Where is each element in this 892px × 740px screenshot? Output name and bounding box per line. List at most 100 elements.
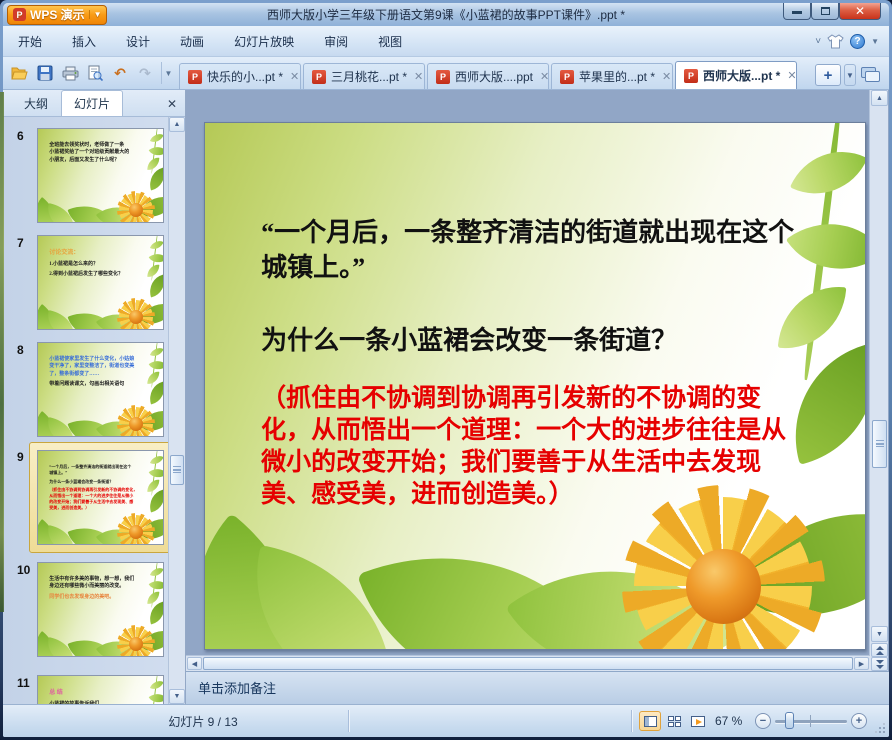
resize-grip[interactable] [883, 731, 885, 733]
slide-canvas[interactable]: “一个月后，一条整齐清洁的街道就出现在这个城镇上。” 为什么一条小蓝裙会改变一条… [204, 122, 866, 650]
slide-thumbnail-7[interactable]: 讨论交流： 1.小蓝裙是怎么来的？ 2.得到小蓝裙后发生了哪些变化？ [37, 235, 164, 330]
slide-thumbnail-9[interactable]: “一个月后，一条整齐清洁的街道就出现在这个 城镇上。” 为什么一条小蓝裙会改变一条街… [37, 450, 164, 545]
scroll-left-icon[interactable]: ◀ [187, 657, 202, 670]
tab-close-icon[interactable]: ✕ [290, 70, 299, 83]
tab-close-icon[interactable]: ✕ [540, 70, 549, 83]
document-tab-label: 西师大版...pt * [703, 69, 781, 83]
thumbnail-list: 6 全班能去领奖状时，老师做了一条 小蓝裙奖给了一个对班级贡献最大的 小朋友，后面又… [3, 117, 185, 704]
wps-app-button[interactable]: P WPS 演示 ▼ [7, 4, 107, 25]
document-tab-2[interactable]: P 西师大版....ppt ✕ [427, 63, 549, 89]
new-tab-dropdown-icon[interactable]: ▼ [844, 64, 856, 86]
menu-bar: 开始 插入 设计 动画 幻灯片放映 审阅 视图 ˅ ? ▼ [3, 26, 889, 57]
quick-access-dropdown-icon[interactable]: ▼ [161, 62, 175, 84]
leaf-decoration [146, 601, 163, 625]
zoom-out-button[interactable]: − [755, 713, 771, 729]
slide-answer-text[interactable]: （抓住由不协调到协调再引发新的不协调的变化，从而悟出一个道理：一个大的进步往往是… [261, 383, 796, 511]
vertical-scrollbar[interactable]: ▲ ▼ [869, 90, 888, 671]
thumbnail-text: “一个月后，一条整齐清洁的街道就出现在这个 城镇上。” 为什么一条小蓝裙会改变一条街… [49, 464, 138, 510]
previous-slide-button[interactable] [871, 643, 888, 657]
menu-item-6[interactable]: 视图 [366, 28, 414, 55]
sunflower-decoration [116, 624, 156, 656]
app-button-label: WPS 演示 [30, 8, 85, 22]
help-icon[interactable]: ? [850, 33, 866, 49]
document-tab-3[interactable]: P 苹果里的...pt * ✕ [551, 63, 673, 89]
redo-icon: ↷ [139, 64, 151, 81]
menu-item-2[interactable]: 设计 [114, 28, 162, 55]
document-tab-4[interactable]: P 西师大版...pt * ✕ [675, 61, 797, 89]
print-preview-icon[interactable] [84, 62, 106, 84]
open-icon[interactable] [9, 62, 31, 84]
thumbnail-number: 11 [17, 676, 30, 690]
menu-item-0[interactable]: 开始 [6, 28, 54, 55]
thumbnail-text: 讨论交流： 1.小蓝裙是怎么来的？ 2.得到小蓝裙后发生了哪些变化？ [49, 250, 124, 277]
tab-outline[interactable]: 大纲 [11, 90, 61, 116]
window-arrange-icon[interactable] [859, 65, 883, 85]
menu-item-1[interactable]: 插入 [60, 28, 108, 55]
thumbnail-number: 10 [17, 563, 31, 577]
menu-item-4[interactable]: 幻灯片放映 [222, 28, 306, 55]
horizontal-scrollbar-thumb[interactable] [203, 657, 853, 670]
chevron-down-icon[interactable]: ▼ [88, 10, 102, 19]
titlebar[interactable]: P WPS 演示 ▼ 西师大版小学三年级下册语文第9课《小蓝裙的故事PPT课件》… [3, 3, 889, 26]
scroll-up-icon[interactable]: ▲ [169, 117, 185, 132]
tab-close-icon[interactable]: ✕ [787, 69, 796, 82]
document-tab-1[interactable]: P 三月桃花...pt * ✕ [303, 63, 425, 89]
scroll-right-icon[interactable]: ▶ [854, 657, 869, 670]
ppt-file-icon: P [436, 69, 450, 84]
tab-close-icon[interactable]: ✕ [662, 70, 671, 83]
thumbnail-number: 6 [17, 129, 24, 143]
window-frame: P WPS 演示 ▼ 西师大版小学三年级下册语文第9课《小蓝裙的故事PPT课件》… [0, 0, 892, 740]
thumbnail-number: 8 [17, 343, 24, 357]
slide-sorter-button[interactable] [663, 711, 685, 731]
close-button[interactable]: ✕ [839, 3, 881, 20]
restore-button[interactable] [811, 3, 839, 20]
zoom-in-button[interactable]: + [851, 713, 867, 729]
thumbnail-number: 9 [17, 450, 24, 464]
menu-item-3[interactable]: 动画 [168, 28, 216, 55]
slide-quote-text[interactable]: “一个月后，一条整齐清洁的街道就出现在这个城镇上。” [261, 215, 796, 285]
panel-scrollbar-thumb[interactable] [170, 455, 184, 485]
save-icon[interactable] [34, 62, 56, 84]
collapse-toolbar-icon[interactable]: ˅ [815, 36, 821, 47]
scroll-up-icon[interactable]: ▲ [871, 90, 888, 106]
sunflower-decoration [116, 297, 156, 329]
print-icon[interactable] [59, 62, 81, 84]
slide-question-text[interactable]: 为什么一条小蓝裙会改变一条街道？ [261, 320, 796, 357]
slide-thumbnail-11[interactable]: 总 结小蓝裙的故事告诉我们…… [37, 675, 164, 704]
notes-placeholder[interactable]: 单击添加备注 [186, 671, 889, 704]
document-tab-label: 快乐的小...pt * [207, 70, 284, 84]
menu-item-5[interactable]: 审阅 [312, 28, 360, 55]
restore-icon [820, 7, 830, 15]
zoom-slider-thumb[interactable] [785, 712, 794, 729]
document-tab-label: 苹果里的...pt * [579, 70, 656, 84]
horizontal-scrollbar[interactable]: ◀ ▶ [186, 655, 870, 671]
undo-icon[interactable]: ↶ [109, 62, 131, 84]
zoom-percent: 67 % [715, 714, 743, 728]
sunflower-decoration [621, 484, 825, 649]
slide-editor: “一个月后，一条整齐清洁的街道就出现在这个城镇上。” 为什么一条小蓝裙会改变一条… [186, 90, 889, 704]
help-dropdown-icon[interactable]: ▼ [871, 37, 879, 46]
panel-scrollbar[interactable]: ▲ ▼ [168, 117, 185, 704]
normal-view-button[interactable] [639, 711, 661, 731]
sunflower-decoration [116, 404, 156, 436]
tab-close-icon[interactable]: ✕ [414, 70, 423, 83]
tab-slides[interactable]: 幻灯片 [61, 90, 124, 116]
window-title: 西师大版小学三年级下册语文第9课《小蓝裙的故事PPT课件》.ppt * [266, 8, 626, 22]
slide-thumbnail-8[interactable]: 小蓝裙使家里发生了什么变化，小姑娘 变干净了，家里变整洁了，街道也变美 了，整条街都… [37, 342, 164, 437]
document-tab-0[interactable]: P 快乐的小...pt * ✕ [179, 63, 301, 89]
desktop-edge-artifact [0, 92, 4, 612]
new-tab-button[interactable]: + [815, 64, 841, 86]
thumbnail-text: 生活中有许多美的事物，想一想，我们 身边还有哪些微小而美丽的改变。 同学们也去发现身… [49, 577, 135, 600]
slide-thumbnail-6[interactable]: 全班能去领奖状时，老师做了一条 小蓝裙奖给了一个对班级贡献最大的 小朋友，后面又发生… [37, 128, 164, 223]
slide-thumbnail-10[interactable]: 生活中有许多美的事物，想一想，我们 身边还有哪些微小而美丽的改变。 同学们也去发现身… [37, 562, 164, 657]
document-tab-label: 三月桃花...pt * [331, 70, 408, 84]
panel-close-icon[interactable]: ✕ [167, 97, 177, 111]
skin-shirt-icon[interactable] [827, 33, 844, 49]
slideshow-button[interactable] [687, 711, 709, 731]
scroll-down-icon[interactable]: ▼ [871, 626, 888, 642]
wps-presentation-window: P WPS 演示 ▼ 西师大版小学三年级下册语文第9课《小蓝裙的故事PPT课件》… [3, 3, 889, 737]
next-slide-button[interactable] [871, 657, 888, 671]
minimize-button[interactable]: ▬ [783, 3, 811, 20]
scroll-down-icon[interactable]: ▼ [169, 689, 185, 704]
vertical-scrollbar-thumb[interactable] [872, 420, 887, 468]
